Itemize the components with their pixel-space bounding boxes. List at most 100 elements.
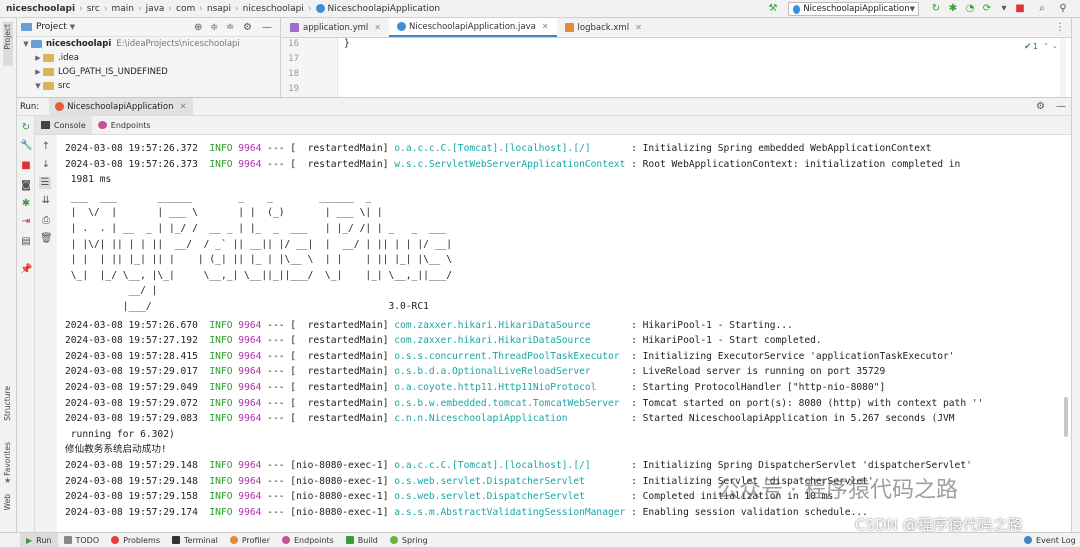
tab-console[interactable]: Console — [35, 116, 92, 134]
more-run-icon[interactable]: ▾ — [998, 3, 1010, 15]
chevron-down-icon[interactable]: ⌄ — [1052, 42, 1058, 50]
chevron-down-icon[interactable]: ▼ — [21, 40, 31, 48]
wrench-icon[interactable]: 🔧 — [20, 140, 32, 152]
log-logger: o.s.web.servlet.DispatcherServlet — [394, 475, 632, 487]
bottom-tab-profiler[interactable]: Profiler — [224, 533, 276, 547]
chevron-right-icon[interactable]: ▶ — [33, 54, 43, 62]
chevron-down-icon[interactable]: ▼ — [70, 23, 75, 31]
yml-file-icon — [290, 23, 299, 32]
close-icon[interactable]: ✕ — [180, 102, 187, 112]
tab-niceschoolapi-application[interactable]: NiceschoolapiApplication.java ✕ — [388, 18, 557, 37]
event-log-button[interactable]: Event Log — [1018, 533, 1080, 547]
rerun-icon[interactable]: ↻ — [20, 122, 32, 134]
stop-icon[interactable]: ■ — [20, 160, 32, 172]
gear-icon[interactable]: ⚙ — [1036, 101, 1045, 112]
arrow-up-icon[interactable]: ↑ — [40, 141, 52, 153]
endpoints-icon — [282, 536, 290, 544]
bottom-tab-todo[interactable]: TODO — [58, 533, 106, 547]
layout-icon[interactable]: ▤ — [20, 236, 32, 248]
breadcrumb-item[interactable]: main — [111, 4, 134, 14]
print-icon[interactable]: ⎙ — [40, 215, 52, 227]
trash-icon[interactable]: 🗑 — [40, 233, 53, 245]
tree-row-project-root[interactable]: ▼ niceschoolapi E:\ideaProjects\nicescho… — [17, 37, 280, 51]
camera-icon[interactable]: ◙ — [20, 180, 32, 192]
debug-icon[interactable]: ✱ — [947, 3, 959, 15]
breadcrumb-item[interactable]: java — [146, 4, 165, 14]
breadcrumb-item[interactable]: niceschoolapi — [243, 4, 304, 14]
stop-icon[interactable]: ■ — [1014, 3, 1026, 15]
log-thread: [ restartedMain] — [290, 335, 395, 347]
run-label: Run: — [20, 101, 40, 112]
breadcrumb-item[interactable]: niceschoolapi — [0, 4, 75, 14]
bottom-tab-spring[interactable]: Spring — [384, 533, 434, 547]
project-tool-label[interactable]: Project — [3, 24, 12, 50]
run-tab[interactable]: NiceschoolapiApplication ✕ — [49, 98, 193, 115]
chevron-up-icon[interactable]: ⌃ — [1043, 42, 1049, 50]
breadcrumb-item[interactable]: nsapi — [207, 4, 231, 14]
editor-scrollbar[interactable] — [1060, 38, 1066, 97]
close-icon[interactable]: ✕ — [635, 23, 642, 32]
log-timestamp: 2024-03-08 19:57:29.083 — [65, 413, 210, 425]
tree-row-log-path[interactable]: ▶ LOG_PATH_IS_UNDEFINED — [17, 65, 280, 79]
arrow-down-icon[interactable]: ↓ — [40, 159, 52, 171]
bottom-tab-terminal[interactable]: Terminal — [166, 533, 224, 547]
exit-icon[interactable]: ⇥ — [20, 216, 32, 228]
rerun-icon[interactable]: ↻ — [930, 3, 942, 15]
log-pid: 9964 — [238, 350, 262, 362]
structure-tool-label[interactable]: Structure — [3, 386, 12, 421]
breadcrumb-item[interactable]: com — [176, 4, 195, 14]
locate-icon[interactable]: ⊕ — [194, 22, 202, 33]
bottom-tab-run[interactable]: ▶ Run — [20, 532, 58, 547]
log-separator: --- — [261, 335, 291, 347]
search-icon[interactable]: ⚲ — [1057, 3, 1069, 15]
tab-label: Problems — [123, 535, 161, 545]
hide-icon[interactable]: — — [262, 22, 272, 33]
pin-icon[interactable]: 📌 — [20, 264, 32, 276]
tab-endpoints[interactable]: Endpoints — [92, 116, 157, 134]
hide-icon[interactable]: — — [1056, 101, 1066, 112]
line-gutter: 16 17 18 19 — [282, 38, 338, 97]
breadcrumb-item[interactable]: NiceschoolapiApplication — [328, 4, 441, 14]
run-configuration-select[interactable]: NiceschoolapiApplication ▼ — [788, 2, 919, 16]
log-timestamp: 2024-03-08 19:57:29.158 — [65, 491, 210, 503]
log-timestamp: 2024-03-08 19:57:29.148 — [65, 460, 210, 471]
tab-logback-xml[interactable]: logback.xml ✕ — [557, 18, 650, 37]
collapse-all-icon[interactable]: ≐ — [226, 22, 234, 33]
tab-application-yml[interactable]: application.yml ✕ — [282, 18, 389, 37]
folder-icon — [43, 82, 54, 90]
chevron-right-icon[interactable]: ▶ — [33, 68, 43, 76]
build-icon[interactable]: ⚒ — [767, 3, 779, 15]
soft-wrap-icon[interactable]: ☰ — [39, 177, 51, 189]
tab-list-icon[interactable]: ⋮ — [1055, 22, 1065, 33]
inspection-count: 1 — [1033, 42, 1039, 51]
close-icon[interactable]: ✕ — [374, 23, 381, 32]
bottom-tab-build[interactable]: Build — [340, 533, 384, 547]
breadcrumb-item[interactable]: src — [87, 4, 100, 14]
left-tool-strip: Project Structure Favorites ★ Web — [0, 18, 17, 532]
chevron-down-icon[interactable]: ▼ — [33, 82, 43, 90]
tree-row-idea[interactable]: ▶ .idea — [17, 51, 280, 65]
web-tool-label[interactable]: Web — [3, 494, 12, 510]
folder-icon — [43, 68, 54, 76]
code-editor[interactable]: 16 17 18 19 } ✔ 1 ⌃ ⌄ — [282, 38, 1071, 97]
log-message: : LiveReload server is running on port 3… — [631, 366, 886, 378]
log-message: : HikariPool-1 - Starting... — [631, 319, 793, 331]
search-everywhere-icon[interactable]: ⌕ — [1036, 3, 1048, 15]
bottom-tab-problems[interactable]: Problems — [105, 533, 166, 547]
log-thread: [nio-8080-exec-1] — [290, 460, 395, 471]
tab-label: TODO — [75, 535, 100, 545]
coverage-icon[interactable]: ◔ — [964, 3, 976, 15]
project-view-select[interactable]: Project — [36, 22, 67, 32]
profile-icon[interactable]: ⟳ — [981, 3, 993, 15]
tree-row-src[interactable]: ▼ src — [17, 79, 280, 93]
log-line: 2024-03-08 19:57:27.192 INFO 9964 --- [ … — [65, 335, 822, 347]
debug-icon[interactable]: ✱ — [20, 198, 32, 210]
console-scrollbar[interactable] — [1064, 397, 1068, 437]
expand-all-icon[interactable]: ≑ — [210, 22, 218, 33]
gear-icon[interactable]: ⚙ — [243, 22, 252, 33]
bottom-tab-endpoints[interactable]: Endpoints — [276, 533, 340, 547]
check-icon[interactable]: ✔ — [1024, 42, 1032, 52]
favorites-tool-label[interactable]: Favorites — [3, 442, 12, 476]
close-icon[interactable]: ✕ — [542, 22, 549, 31]
scroll-to-end-icon[interactable]: ⇊ — [40, 195, 52, 207]
